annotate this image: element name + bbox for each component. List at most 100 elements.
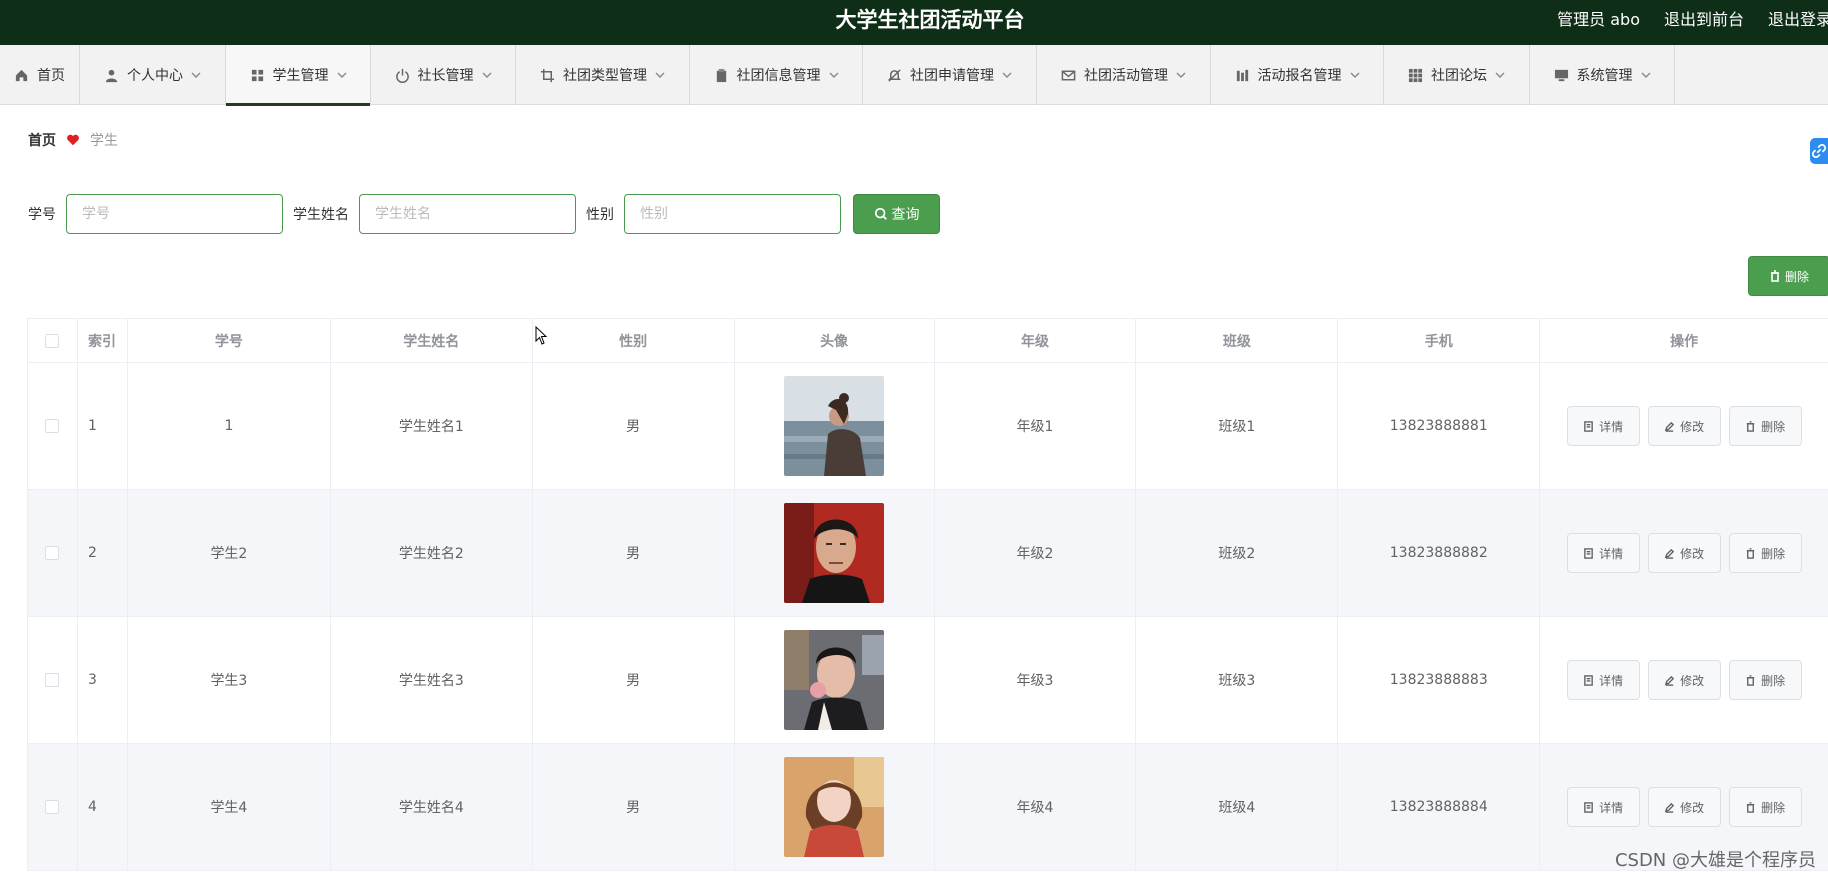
edit-button[interactable]: 修改 xyxy=(1647,660,1721,700)
row-checkbox[interactable] xyxy=(45,546,60,560)
select-all-checkbox[interactable] xyxy=(45,333,60,348)
nav-item-student-management[interactable]: 学生管理 xyxy=(226,45,371,106)
nav-item-club-activity-management[interactable]: 社团活动管理 xyxy=(1037,45,1211,105)
mouse-cursor-icon xyxy=(535,326,547,345)
edit-button[interactable]: 修改 xyxy=(1647,787,1721,827)
table-row: 4 学生4 学生姓名4 男 年级4 班级4 13823888884 详情 修改 … xyxy=(28,744,1828,871)
row-student-name: 学生姓名3 xyxy=(331,617,533,743)
row-operations: 详情 修改 删除 xyxy=(1540,617,1828,743)
header-student-name: 学生姓名 xyxy=(331,319,533,362)
chevron-down-icon xyxy=(191,72,201,78)
detail-button-label: 详情 xyxy=(1599,673,1624,688)
man-portrait-photo xyxy=(784,503,885,603)
avatar xyxy=(784,757,885,857)
delete-button[interactable]: 删除 xyxy=(1728,660,1802,700)
row-phone: 13823888881 xyxy=(1338,363,1541,489)
table-header-row: 索引 学号 学生姓名 性别 头像 年级 班级 手机 操作 xyxy=(28,319,1828,363)
edit-button[interactable]: 修改 xyxy=(1647,533,1721,573)
nav-item-club-forum[interactable]: 社团论坛 xyxy=(1384,45,1530,105)
nav-label: 社团类型管理 xyxy=(563,68,647,84)
trash-icon xyxy=(1746,674,1755,686)
delete-button[interactable]: 删除 xyxy=(1728,787,1802,827)
nav-item-home[interactable]: 首页 xyxy=(0,45,80,105)
row-phone: 13823888882 xyxy=(1338,490,1541,616)
row-student-id: 学生4 xyxy=(128,744,331,870)
edit-button-label: 修改 xyxy=(1680,800,1705,815)
chevron-down-icon xyxy=(482,72,491,78)
row-class: 班级4 xyxy=(1136,744,1339,870)
detail-button-label: 详情 xyxy=(1599,800,1624,815)
row-select-cell xyxy=(28,363,78,489)
crop-icon xyxy=(540,68,555,82)
delete-button-label: 删除 xyxy=(1761,673,1786,688)
row-index: 4 xyxy=(78,744,128,870)
row-student-name: 学生姓名4 xyxy=(331,744,533,870)
trash-icon xyxy=(1746,547,1755,559)
sex-input[interactable] xyxy=(624,194,841,234)
row-avatar-cell xyxy=(735,744,935,870)
edit-icon xyxy=(1664,421,1675,432)
watermark: CSDN @大雄是个程序员 xyxy=(1614,850,1816,871)
document-icon xyxy=(1584,420,1593,432)
breadcrumb-home[interactable]: 首页 xyxy=(28,130,56,150)
document-icon xyxy=(1584,674,1593,686)
detail-button[interactable]: 详情 xyxy=(1566,533,1640,573)
nav-item-club-type-management[interactable]: 社团类型管理 xyxy=(516,45,690,105)
detail-button[interactable]: 详情 xyxy=(1566,660,1640,700)
row-student-id: 1 xyxy=(128,363,331,489)
header-index: 索引 xyxy=(78,319,128,362)
student-id-label: 学号 xyxy=(28,207,56,223)
row-checkbox[interactable] xyxy=(45,419,60,433)
query-button-label: 查询 xyxy=(891,207,920,223)
chevron-down-icon xyxy=(1641,72,1650,78)
row-checkbox[interactable] xyxy=(45,800,60,814)
row-phone: 13823888884 xyxy=(1338,744,1541,870)
main-content: 学号 学生姓名 性别 查询 删除 索引 学号 学生姓名 性别 头像 年级 班级 … xyxy=(8,174,1828,878)
row-sex: 男 xyxy=(533,363,735,489)
nav-item-club-application-management[interactable]: 社团申请管理 xyxy=(863,45,1037,105)
student-name-input[interactable] xyxy=(359,194,576,234)
link-icon xyxy=(1812,144,1826,158)
row-grade: 年级2 xyxy=(935,490,1137,616)
detail-button[interactable]: 详情 xyxy=(1566,406,1640,446)
delete-button[interactable]: 删除 xyxy=(1728,533,1802,573)
link-badge[interactable] xyxy=(1810,138,1828,164)
edit-button-label: 修改 xyxy=(1680,419,1705,434)
nav-label: 个人中心 xyxy=(127,68,183,84)
row-student-name: 学生姓名2 xyxy=(331,490,533,616)
avatar xyxy=(784,630,885,730)
query-button[interactable]: 查询 xyxy=(853,194,940,234)
chevron-down-icon xyxy=(1350,72,1359,78)
edit-button[interactable]: 修改 xyxy=(1647,406,1721,446)
header-student-id: 学号 xyxy=(128,319,331,362)
grid-icon xyxy=(251,69,263,81)
nav-label: 社团活动管理 xyxy=(1084,68,1168,84)
bar-chart-icon xyxy=(1236,69,1248,81)
row-avatar-cell xyxy=(735,617,935,743)
nav-item-personal-center[interactable]: 个人中心 xyxy=(80,45,226,105)
row-checkbox[interactable] xyxy=(45,673,60,687)
document-icon xyxy=(1584,547,1593,559)
logout-link[interactable]: 退出登录 xyxy=(1768,6,1828,28)
search-icon xyxy=(874,207,887,220)
table-row: 3 学生3 学生姓名3 男 年级3 班级3 13823888883 详情 修改 … xyxy=(28,617,1828,744)
nav-label: 学生管理 xyxy=(272,68,329,84)
nav-item-activity-signup-management[interactable]: 活动报名管理 xyxy=(1211,45,1384,105)
batch-delete-button[interactable]: 删除 xyxy=(1748,256,1828,296)
trash-icon xyxy=(1746,801,1755,813)
row-phone: 13823888883 xyxy=(1338,617,1541,743)
row-sex: 男 xyxy=(533,744,735,870)
header-class: 班级 xyxy=(1136,319,1339,362)
row-student-id: 学生2 xyxy=(128,490,331,616)
nav-item-system-management[interactable]: 系统管理 xyxy=(1530,45,1675,105)
back-to-front-link[interactable]: 退出到前台 xyxy=(1664,6,1744,29)
student-name-label: 学生姓名 xyxy=(293,207,349,223)
nav-item-president-management[interactable]: 社长管理 xyxy=(371,45,516,105)
delete-button[interactable]: 删除 xyxy=(1728,406,1802,446)
chevron-down-icon xyxy=(655,72,665,78)
edit-icon xyxy=(1664,548,1675,559)
nav-item-club-info-management[interactable]: 社团信息管理 xyxy=(690,45,863,105)
student-id-input[interactable] xyxy=(66,194,283,234)
detail-button[interactable]: 详情 xyxy=(1566,787,1640,827)
nav-label: 首页 xyxy=(37,68,65,84)
